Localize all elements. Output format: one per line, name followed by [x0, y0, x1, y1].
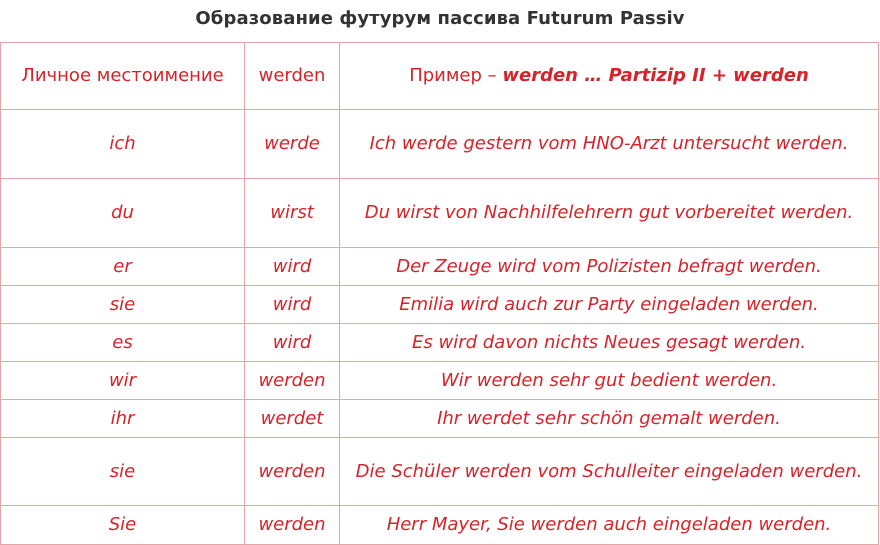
werden-cell: wird [244, 247, 340, 286]
example-cell: Der Zeuge wird vom Polizisten befragt we… [339, 247, 879, 286]
example-cell: Ich werde gestern vom HNO-Arzt untersuch… [339, 109, 879, 179]
header-example-formula: werden … Partizip II + werden [502, 65, 809, 86]
header-example: Пример – werden … Partizip II + werden [339, 42, 879, 110]
table-row: sie werden Die Schüler werden vom Schull… [0, 437, 879, 506]
example-cell: Du wirst von Nachhilfelehrern gut vorber… [339, 178, 879, 248]
table-row: es wird Es wird davon nichts Neues gesag… [0, 323, 879, 362]
pronoun-cell: sie [0, 285, 245, 324]
table-row: ihr werdet Ihr werdet sehr schön gemalt … [0, 399, 879, 438]
table-row: er wird Der Zeuge wird vom Polizisten be… [0, 247, 879, 286]
example-cell: Herr Mayer, Sie werden auch eingeladen w… [339, 505, 879, 545]
header-pronoun: Личное местоимение [0, 42, 245, 110]
werden-cell: wird [244, 323, 340, 362]
werden-cell: werden [244, 437, 340, 506]
table-row: du wirst Du wirst von Nachhilfelehrern g… [0, 178, 879, 248]
page-title: Образование футурум пассива Futurum Pass… [195, 8, 685, 29]
werden-cell: werdet [244, 399, 340, 438]
header-example-prefix: Пример – [409, 65, 503, 86]
pronoun-cell: wir [0, 361, 245, 400]
pronoun-cell: er [0, 247, 245, 286]
header-werden: werden [244, 42, 340, 110]
werden-cell: werden [244, 505, 340, 545]
pronoun-cell: ich [0, 109, 245, 179]
pronoun-cell: ihr [0, 399, 245, 438]
pronoun-cell: es [0, 323, 245, 362]
werden-cell: werde [244, 109, 340, 179]
pronoun-cell: du [0, 178, 245, 248]
werden-cell: werden [244, 361, 340, 400]
example-cell: Ihr werdet sehr schön gemalt werden. [339, 399, 879, 438]
werden-cell: wirst [244, 178, 340, 248]
pronoun-cell: Sie [0, 505, 245, 545]
example-cell: Die Schüler werden vom Schulleiter einge… [339, 437, 879, 506]
table-row: wir werden Wir werden sehr gut bedient w… [0, 361, 879, 400]
pronoun-cell: sie [0, 437, 245, 506]
table-header-row: Личное местоимение werden Пример – werde… [0, 42, 879, 110]
table-row: Sie werden Herr Mayer, Sie werden auch e… [0, 505, 879, 545]
example-cell: Emilia wird auch zur Party eingeladen we… [339, 285, 879, 324]
example-cell: Wir werden sehr gut bedient werden. [339, 361, 879, 400]
table-row: ich werde Ich werde gestern vom HNO-Arzt… [0, 109, 879, 179]
table-row: sie wird Emilia wird auch zur Party eing… [0, 285, 879, 324]
conjugation-table: Личное местоимение werden Пример – werde… [0, 42, 879, 545]
example-cell: Es wird davon nichts Neues gesagt werden… [339, 323, 879, 362]
werden-cell: wird [244, 285, 340, 324]
